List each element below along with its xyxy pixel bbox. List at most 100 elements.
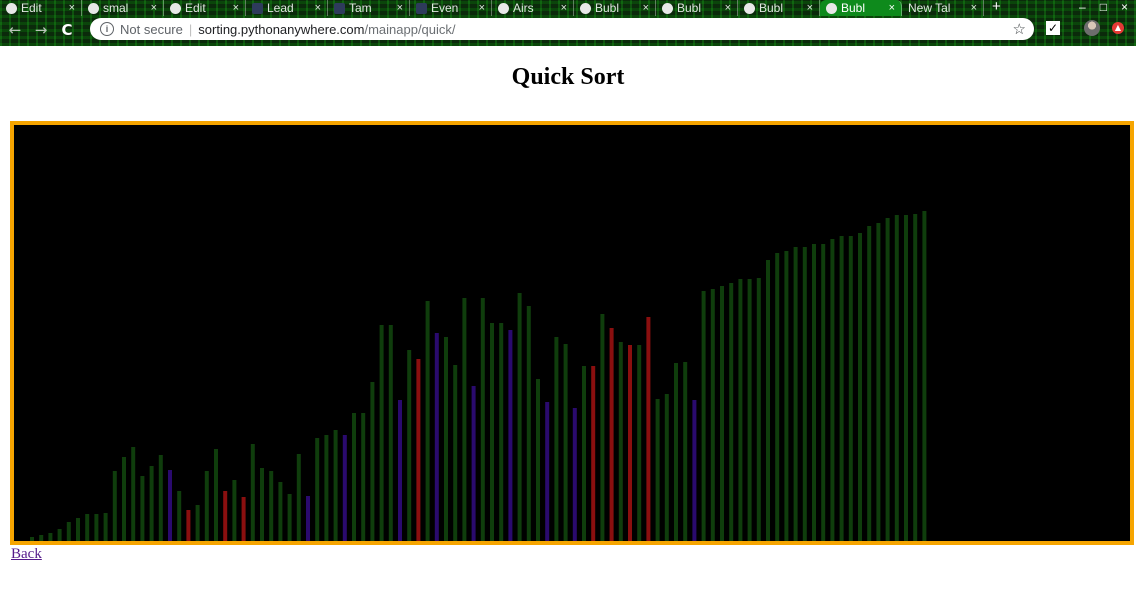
sort-bar xyxy=(85,514,90,541)
sort-bar xyxy=(471,386,476,541)
browser-tab[interactable]: smal × xyxy=(82,0,164,16)
address-bar[interactable]: i Not secure | sorting.pythonanywhere.co… xyxy=(90,18,1034,40)
forward-arrow-icon[interactable]: → xyxy=(30,21,52,39)
sort-bar xyxy=(30,537,34,541)
sort-bar xyxy=(370,382,375,541)
browser-tab[interactable]: Bubl × xyxy=(574,0,656,16)
tab-title: Bubl xyxy=(841,1,866,15)
sort-bar xyxy=(922,211,927,541)
sort-bar xyxy=(802,247,807,541)
sort-bar xyxy=(333,430,338,541)
browser-tab[interactable]: Bubl × xyxy=(738,0,820,16)
sort-bar xyxy=(563,344,568,541)
sort-bar xyxy=(398,400,402,541)
sort-bar xyxy=(720,286,724,541)
sort-bar xyxy=(416,359,421,541)
browser-tab[interactable]: Bubl × xyxy=(656,0,738,16)
browser-tab[interactable]: Tam × xyxy=(328,0,410,16)
globe-icon xyxy=(170,2,181,14)
sort-bar xyxy=(177,491,182,541)
tab-close-icon[interactable]: × xyxy=(479,2,485,14)
sort-bar xyxy=(444,337,448,541)
browser-tab[interactable]: Airs × xyxy=(492,0,574,16)
tab-title: Edit xyxy=(185,1,206,15)
info-icon[interactable]: i xyxy=(100,22,114,36)
minimize-icon[interactable]: – xyxy=(1079,0,1086,14)
sort-bar xyxy=(131,447,136,541)
window-controls: – □ × xyxy=(1079,0,1128,14)
sort-bar xyxy=(766,260,770,541)
bars-chart xyxy=(30,211,927,541)
close-window-icon[interactable]: × xyxy=(1121,0,1128,14)
tab-close-icon[interactable]: × xyxy=(233,2,239,14)
sort-bar xyxy=(499,323,504,541)
tab-strip: Edit × smal × Edit × Lead × Tam × Even × Airs × Bubl × B… xyxy=(0,0,1136,16)
browser-toolbar: ← → C i Not secure | sorting.pythonanywh… xyxy=(0,16,1136,44)
sort-bar xyxy=(407,350,412,541)
browser-tab[interactable]: New Tal × xyxy=(902,0,984,16)
sort-bar xyxy=(646,317,651,541)
profile-avatar[interactable] xyxy=(1084,20,1100,36)
sort-bar xyxy=(683,362,688,541)
security-label[interactable]: Not secure xyxy=(120,22,183,37)
back-link[interactable]: Back xyxy=(11,546,42,563)
browser-tab[interactable]: Bubl × xyxy=(820,0,902,16)
sort-bar xyxy=(913,214,918,541)
sort-bar xyxy=(453,365,458,541)
tab-title: Even xyxy=(431,1,459,15)
tab-close-icon[interactable]: × xyxy=(889,2,895,14)
sort-bar xyxy=(204,471,209,541)
browser-tab[interactable]: Edit × xyxy=(0,0,82,16)
sort-bar xyxy=(490,323,494,541)
tab-close-icon[interactable]: × xyxy=(315,2,321,14)
sort-bar xyxy=(434,333,439,541)
sort-bar xyxy=(830,239,835,541)
tab-title: Tam xyxy=(349,1,372,15)
tab-close-icon[interactable]: × xyxy=(971,2,977,14)
globe-icon xyxy=(580,2,591,14)
sort-bar xyxy=(738,279,743,541)
browser-tab[interactable]: Even × xyxy=(410,0,492,16)
sort-bar xyxy=(858,233,862,541)
sort-bar xyxy=(545,402,550,541)
browser-tab[interactable]: Edit × xyxy=(164,0,246,16)
sort-bar xyxy=(379,325,384,541)
url-host[interactable]: sorting.pythonanywhere.com xyxy=(198,22,364,37)
maximize-icon[interactable]: □ xyxy=(1100,0,1107,14)
sort-bar xyxy=(609,328,614,541)
notification-extension-icon[interactable]: ▲ xyxy=(1112,22,1124,34)
tab-close-icon[interactable]: × xyxy=(151,2,157,14)
sort-bar xyxy=(692,400,697,541)
browser-tab[interactable]: Lead × xyxy=(246,0,328,16)
sort-bar xyxy=(149,466,154,541)
sort-bar xyxy=(324,435,329,541)
tab-close-icon[interactable]: × xyxy=(69,2,75,14)
sort-bar xyxy=(867,226,872,541)
checkbox-extension-icon[interactable]: ✓ xyxy=(1046,21,1060,35)
tab-close-icon[interactable]: × xyxy=(725,2,731,14)
sort-bar xyxy=(821,244,826,541)
tab-title: Lead xyxy=(267,1,294,15)
tab-close-icon[interactable]: × xyxy=(643,2,649,14)
tab-title: Airs xyxy=(513,1,534,15)
globe-icon xyxy=(498,2,509,14)
tab-close-icon[interactable]: × xyxy=(807,2,813,14)
sort-bar xyxy=(526,306,531,541)
sort-bar xyxy=(103,513,108,541)
tab-close-icon[interactable]: × xyxy=(561,2,567,14)
sort-bar xyxy=(315,438,320,541)
sort-bar xyxy=(729,283,734,541)
tab-close-icon[interactable]: × xyxy=(397,2,403,14)
sort-bar xyxy=(48,533,53,541)
sort-bar xyxy=(508,330,513,541)
sort-bar xyxy=(885,218,890,541)
globe-icon xyxy=(662,2,673,14)
tab-title: New Tal xyxy=(908,1,951,15)
bookmark-star-icon[interactable]: ☆ xyxy=(1013,20,1026,38)
new-tab-plus-icon[interactable]: + xyxy=(992,0,1001,14)
back-arrow-icon[interactable]: ← xyxy=(4,21,26,39)
url-path[interactable]: /mainapp/quick/ xyxy=(364,22,455,37)
sort-bar xyxy=(536,379,540,541)
reload-icon[interactable]: C xyxy=(56,21,78,39)
sort-bar xyxy=(637,345,642,541)
